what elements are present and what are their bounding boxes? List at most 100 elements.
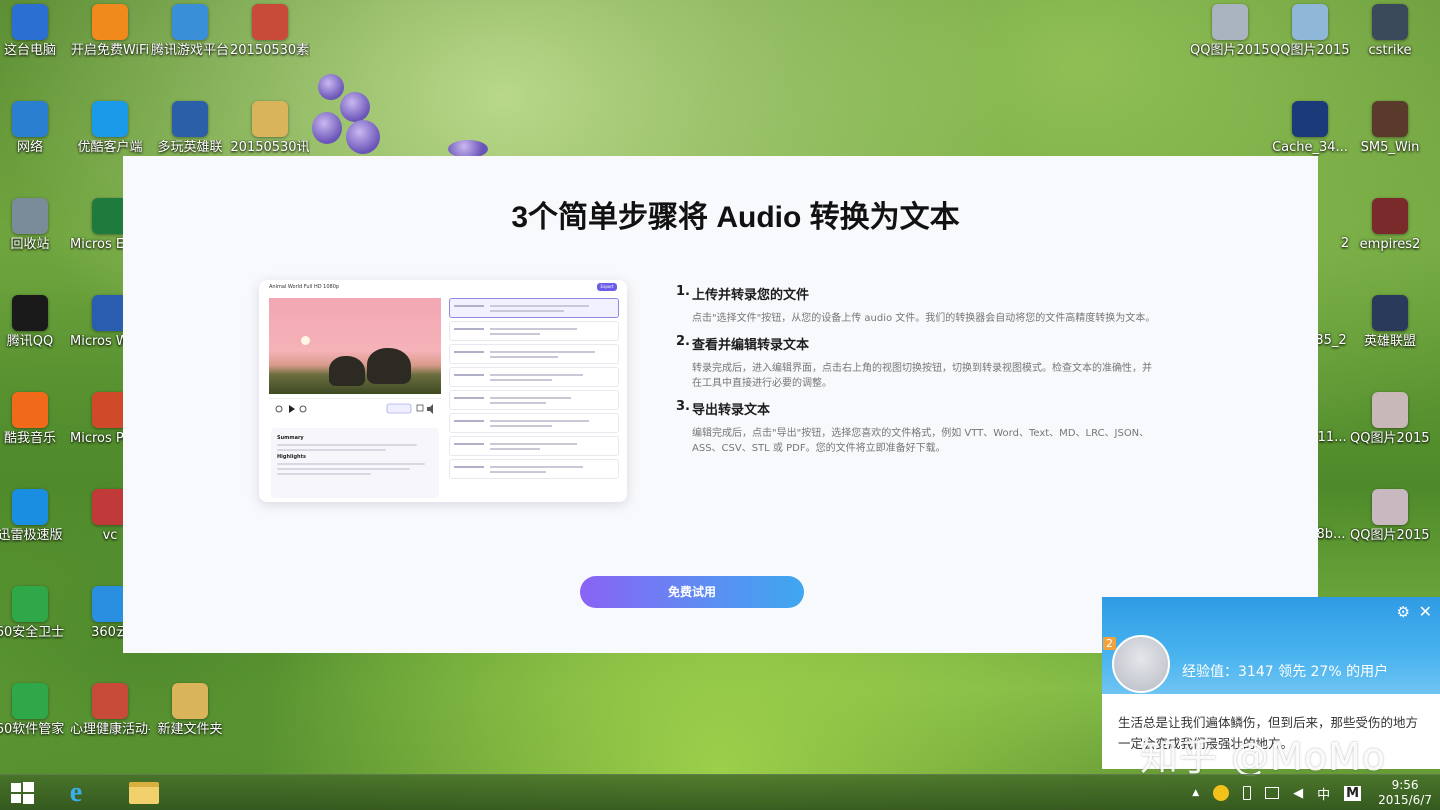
- transcript-row: [449, 298, 619, 318]
- desktop-icon[interactable]: SM5_Win: [1350, 101, 1430, 156]
- chevron-up-icon[interactable]: ▲: [1192, 788, 1199, 798]
- desktop-icon[interactable]: Cache_34...: [1270, 101, 1350, 156]
- desktop-icon[interactable]: 多玩英雄联: [150, 101, 230, 156]
- step-description: 点击"选择文件"按钮，从您的设备上传 audio 文件。我们的转换器会自动将您的…: [692, 313, 1156, 324]
- internet-explorer-icon: e: [69, 777, 83, 808]
- ime-indicator[interactable]: 中: [1317, 784, 1330, 803]
- desktop-icon[interactable]: 开启免费WiFi: [70, 4, 150, 59]
- desktop-icon-label: 网络: [16, 140, 43, 155]
- app-icon: [1372, 101, 1408, 137]
- transcript-row: [449, 367, 619, 387]
- watermark-text: 知乎 @MoMo: [1140, 735, 1387, 779]
- qq-icon: [12, 295, 48, 331]
- desktop-icon[interactable]: 网络: [0, 101, 70, 156]
- desktop-icon[interactable]: 这台电脑: [0, 4, 70, 59]
- desktop-icon-partial-label[interactable]: 8b...: [1316, 527, 1346, 543]
- desktop-icon[interactable]: 腾讯游戏平台: [150, 4, 230, 59]
- summary-heading: Summary: [277, 435, 304, 441]
- close-icon[interactable]: ✕: [1419, 602, 1432, 621]
- desktop-icon-label: 腾讯游戏平台: [150, 43, 229, 58]
- cstrike-icon: [1372, 4, 1408, 40]
- desktop-icon[interactable]: 20150530素拓讯飞行-...: [230, 4, 310, 59]
- desktop-icon[interactable]: 迅雷极速版: [0, 489, 70, 544]
- thunder-icon: [12, 489, 48, 525]
- page-title: 3个简单步骤将 Audio 转换为文本: [511, 201, 960, 234]
- desktop-icon[interactable]: 心理健康活动-鲍舒潇: [70, 683, 150, 738]
- desktop-icon[interactable]: 60软件管家: [0, 683, 70, 738]
- recycle-bin-icon: [12, 198, 48, 234]
- desktop-icon-partial-label[interactable]: 35_2: [1315, 333, 1346, 349]
- battery-icon[interactable]: [1243, 786, 1252, 800]
- desktop-icon-label: 优酷客户端: [77, 140, 143, 155]
- desktop-icon[interactable]: QQ图片20150517...: [1270, 4, 1350, 59]
- image-icon: [1292, 4, 1328, 40]
- folder-icon: [129, 782, 159, 804]
- desktop-icon-label: 英雄联盟: [1363, 334, 1416, 349]
- preview-video-frame: [269, 298, 441, 394]
- flower-decoration: [346, 120, 380, 154]
- transcript-row: [449, 413, 619, 433]
- windows-logo-icon: [11, 782, 34, 804]
- desktop-icon[interactable]: 英雄联盟: [1350, 295, 1430, 350]
- player-controls-icon: [275, 403, 433, 414]
- desktop-icon-label: 回收站: [10, 237, 50, 252]
- qq-tray-icon[interactable]: [1213, 785, 1230, 801]
- desktop-icon[interactable]: cstrike: [1350, 4, 1430, 59]
- app-preview-screenshot: Animal World Full HD 1080p Export Summar…: [259, 280, 627, 502]
- empires-icon: [1372, 198, 1408, 234]
- free-trial-button[interactable]: 免费试用: [580, 576, 804, 608]
- transcript-row: [449, 390, 619, 410]
- flower-decoration: [318, 74, 344, 100]
- game-icon: [172, 101, 208, 137]
- folder-icon: [252, 101, 288, 137]
- desktop-icon-label: SM5_Win: [1360, 140, 1420, 155]
- music-icon: [12, 392, 48, 428]
- elephant-shape: [329, 356, 365, 386]
- step-item: 2. 查看并编辑转录文本 转录完成后，进入编辑界面，点击右上角的视图切换按钮，切换…: [676, 334, 1156, 391]
- step-description: 编辑完成后，点击"导出"按钮，选择您喜欢的文件格式，例如 VTT、Word、Te…: [692, 428, 1150, 454]
- elephant-shape: [367, 348, 411, 384]
- desktop-icon[interactable]: 20150530讯: [230, 101, 310, 156]
- sun-shape: [301, 336, 310, 345]
- step-item: 3. 导出转录文本 编辑完成后，点击"导出"按钮，选择您喜欢的文件格式，例如 VT…: [676, 399, 1156, 456]
- avatar[interactable]: [1112, 635, 1170, 693]
- game-platform-icon: [172, 4, 208, 40]
- step-number: 2.: [676, 334, 690, 349]
- wifi-icon: [92, 4, 128, 40]
- desktop-icon[interactable]: 腾讯QQ: [0, 295, 70, 350]
- network-icon[interactable]: [1265, 787, 1280, 799]
- transcript-row: [449, 321, 619, 341]
- desktop-icon[interactable]: 酷我音乐: [0, 392, 70, 447]
- desktop-icon[interactable]: 60安全卫士: [0, 586, 70, 641]
- transcript-row: [449, 344, 619, 364]
- desktop-icon[interactable]: 优酷客户端: [70, 101, 150, 156]
- desktop-icon-label: 新建文件夹: [157, 722, 223, 737]
- step-number: 3.: [676, 399, 690, 414]
- clock[interactable]: 9:56 2015/6/7: [1378, 778, 1432, 808]
- desktop-icon[interactable]: empires2: [1350, 198, 1430, 253]
- desktop-icon[interactable]: QQ图片20150529...: [1190, 4, 1270, 59]
- image-icon: [1212, 4, 1248, 40]
- experience-text: 经验值：3147 领先 27% 的用户: [1182, 664, 1389, 680]
- desktop-icon[interactable]: 回收站: [0, 198, 70, 253]
- ie-browser-button[interactable]: e: [54, 777, 98, 808]
- desktop-icon[interactable]: 新建文件夹: [150, 683, 230, 738]
- transcript-row: [449, 459, 619, 479]
- step-title: 查看并编辑转录文本: [692, 338, 810, 353]
- desktop-icon-label: 开启免费WiFi: [70, 43, 150, 58]
- level-badge: 2: [1103, 637, 1116, 650]
- step-title: 上传并转录您的文件: [692, 288, 810, 303]
- desktop-icon[interactable]: QQ图片20150416...: [1350, 489, 1430, 544]
- desktop-icon-label: 心理健康活动-鲍舒潇: [70, 722, 150, 737]
- desktop-icon[interactable]: QQ图片20150416...: [1350, 392, 1430, 447]
- file-explorer-button[interactable]: [122, 778, 166, 808]
- system-tray: ▲ ◀ 中 M 9:56 2015/6/7: [1185, 775, 1440, 810]
- gear-icon[interactable]: ⚙: [1397, 603, 1410, 621]
- preview-file-name: Animal World Full HD 1080p: [269, 284, 340, 290]
- desktop-icon-partial-label[interactable]: 2: [1330, 236, 1360, 252]
- start-button[interactable]: [0, 778, 44, 808]
- volume-icon[interactable]: ◀: [1293, 786, 1303, 801]
- m-tray-icon[interactable]: M: [1344, 785, 1362, 801]
- clock-time: 9:56: [1391, 778, 1419, 792]
- desktop-icon-label: Cache_34...: [1272, 140, 1348, 155]
